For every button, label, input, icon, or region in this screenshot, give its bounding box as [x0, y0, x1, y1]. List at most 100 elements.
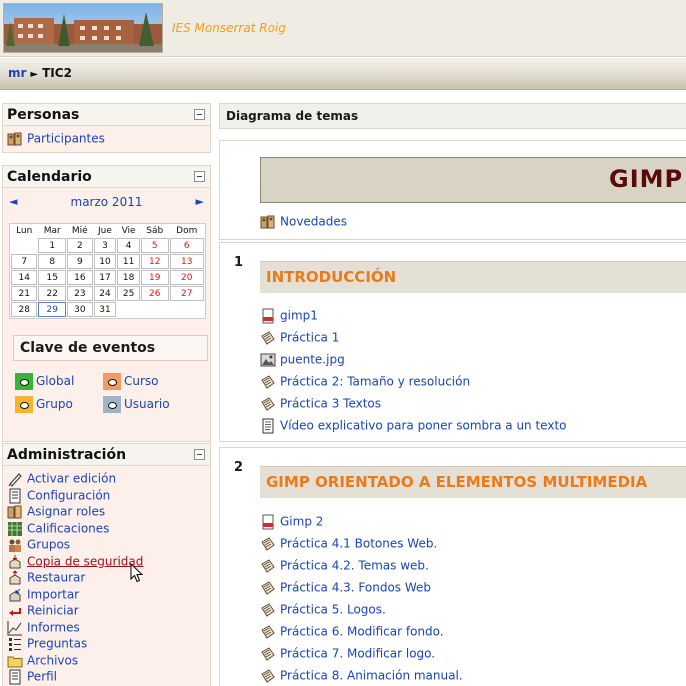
collapse-calendar-button[interactable]	[194, 171, 205, 182]
admin-item[interactable]: Asignar roles	[7, 504, 105, 520]
participants-label[interactable]: Participantes	[27, 132, 105, 146]
resource-label[interactable]: Práctica 3 Textos	[280, 397, 381, 411]
admin-item[interactable]: Preguntas	[7, 636, 87, 652]
admin-item[interactable]: Reiniciar	[7, 603, 79, 619]
resource-label[interactable]: Práctica 4.3. Fondos Web	[280, 581, 431, 595]
resource-label[interactable]: puente.jpg	[280, 353, 345, 367]
admin-item[interactable]: Perfil	[7, 669, 57, 685]
admin-item-label[interactable]: Grupos	[27, 538, 70, 552]
calendar-day[interactable]: 16	[66, 270, 93, 285]
calendar-day[interactable]: 10	[93, 254, 117, 269]
calendar-day[interactable]: 5	[140, 238, 169, 253]
calendar-month-link[interactable]: marzo 2011	[3, 195, 210, 209]
calendar-day[interactable]: 9	[66, 254, 93, 269]
resource-item[interactable]: Práctica 7. Modificar logo.	[260, 646, 435, 664]
calendar-day[interactable]: 21	[11, 286, 38, 301]
event-key-group-label[interactable]: Grupo	[36, 397, 73, 411]
breadcrumb-home-link[interactable]: mr	[8, 66, 26, 80]
collapse-admin-button[interactable]	[194, 449, 205, 460]
admin-item-label[interactable]: Activar edición	[27, 472, 116, 486]
admin-item-label[interactable]: Copia de seguridad	[27, 554, 143, 568]
resource-label[interactable]: Práctica 2: Tamaño y resolución	[280, 375, 470, 389]
event-key-group[interactable]: Grupo	[15, 396, 73, 413]
calendar-day[interactable]: 26	[140, 286, 169, 301]
resource-item[interactable]: Práctica 4.2. Temas web.	[260, 558, 429, 576]
resource-label[interactable]: Práctica 8. Animación manual.	[280, 669, 463, 683]
resource-label[interactable]: Gimp 2	[280, 515, 323, 529]
resource-item[interactable]: Práctica 4.3. Fondos Web	[260, 580, 431, 598]
admin-item[interactable]: Importar	[7, 587, 79, 603]
admin-item-label[interactable]: Calificaciones	[27, 521, 109, 535]
admin-item-label[interactable]: Perfil	[27, 670, 57, 684]
admin-item-label[interactable]: Informes	[27, 620, 80, 634]
calendar-day[interactable]: 15	[38, 270, 66, 285]
calendar-day[interactable]: 11	[117, 254, 140, 269]
calendar-day[interactable]: 19	[140, 270, 169, 285]
admin-item[interactable]: Restaurar	[7, 570, 85, 586]
admin-item[interactable]: Activar edición	[7, 471, 116, 487]
resource-label[interactable]: gimp1	[280, 309, 318, 323]
admin-item[interactable]: Informes	[7, 620, 80, 636]
calendar-day[interactable]: 28	[11, 302, 38, 317]
collapse-people-button[interactable]	[194, 109, 205, 120]
event-key-user-label[interactable]: Usuario	[124, 397, 170, 411]
calendar-day[interactable]: 8	[38, 254, 66, 269]
calendar-day[interactable]: 27	[169, 286, 204, 301]
admin-item-label[interactable]: Archivos	[27, 653, 78, 667]
admin-item-label[interactable]: Importar	[27, 587, 79, 601]
resource-item[interactable]: Práctica 3 Textos	[260, 396, 381, 414]
resource-label[interactable]: Práctica 4.2. Temas web.	[280, 559, 429, 573]
event-key-course-label[interactable]: Curso	[124, 374, 159, 388]
school-logo-photo[interactable]	[3, 3, 163, 53]
calendar-day[interactable]: 6	[169, 238, 204, 253]
calendar-day[interactable]: 25	[117, 286, 140, 301]
resource-item[interactable]: gimp1	[260, 308, 318, 326]
resource-label[interactable]: Práctica 7. Modificar logo.	[280, 647, 435, 661]
calendar-day[interactable]: 18	[117, 270, 140, 285]
resource-label[interactable]: Vídeo explicativo para poner sombra a un…	[280, 419, 567, 433]
calendar-day[interactable]: 22	[38, 286, 66, 301]
admin-item[interactable]: Grupos	[7, 537, 70, 553]
admin-item-label[interactable]: Asignar roles	[27, 505, 105, 519]
next-month-icon[interactable]: ►	[196, 195, 204, 208]
admin-item-label[interactable]: Configuración	[27, 488, 110, 502]
event-key-global[interactable]: Global	[15, 373, 74, 390]
resource-item[interactable]: Práctica 2: Tamaño y resolución	[260, 374, 470, 392]
calendar-day[interactable]: 23	[66, 286, 93, 301]
calendar-day[interactable]: 24	[93, 286, 117, 301]
participants-link[interactable]: Participantes	[7, 131, 105, 147]
calendar-day[interactable]: 7	[11, 254, 38, 269]
resource-item[interactable]: Práctica 4.1 Botones Web.	[260, 536, 437, 554]
calendar-day[interactable]: 3	[93, 238, 117, 253]
calendar-day[interactable]: 4	[117, 238, 140, 253]
calendar-day[interactable]: 30	[66, 302, 93, 317]
calendar-day[interactable]: 12	[140, 254, 169, 269]
resource-item[interactable]: Práctica 6. Modificar fondo.	[260, 624, 444, 642]
admin-item[interactable]: Configuración	[7, 488, 110, 504]
calendar-day[interactable]: 29	[38, 302, 66, 317]
calendar-day[interactable]: 14	[11, 270, 38, 285]
resource-item[interactable]: Práctica 1	[260, 330, 339, 348]
resource-item[interactable]: Práctica 8. Animación manual.	[260, 668, 463, 686]
calendar-day[interactable]: 1	[38, 238, 66, 253]
resource-label[interactable]: Práctica 1	[280, 331, 339, 345]
calendar-day[interactable]: 31	[93, 302, 117, 317]
calendar-day[interactable]: 20	[169, 270, 204, 285]
resource-item[interactable]: Práctica 5. Logos.	[260, 602, 386, 620]
resource-label[interactable]: Práctica 4.1 Botones Web.	[280, 537, 437, 551]
event-key-global-label[interactable]: Global	[36, 374, 74, 388]
news-forum-link[interactable]: Novedades	[260, 214, 347, 232]
news-forum-label[interactable]: Novedades	[280, 215, 347, 229]
resource-item[interactable]: puente.jpg	[260, 352, 345, 370]
resource-label[interactable]: Práctica 6. Modificar fondo.	[280, 625, 444, 639]
admin-item[interactable]: Archivos	[7, 653, 78, 669]
admin-item-label[interactable]: Preguntas	[27, 637, 87, 651]
resource-item[interactable]: Gimp 2	[260, 514, 323, 532]
resource-item[interactable]: Vídeo explicativo para poner sombra a un…	[260, 418, 567, 436]
admin-item[interactable]: Calificaciones	[7, 521, 109, 537]
resource-label[interactable]: Práctica 5. Logos.	[280, 603, 386, 617]
admin-item-label[interactable]: Restaurar	[27, 571, 85, 585]
event-key-course[interactable]: Curso	[103, 373, 159, 390]
calendar-day[interactable]: 13	[169, 254, 204, 269]
admin-item[interactable]: Copia de seguridad	[7, 554, 143, 570]
